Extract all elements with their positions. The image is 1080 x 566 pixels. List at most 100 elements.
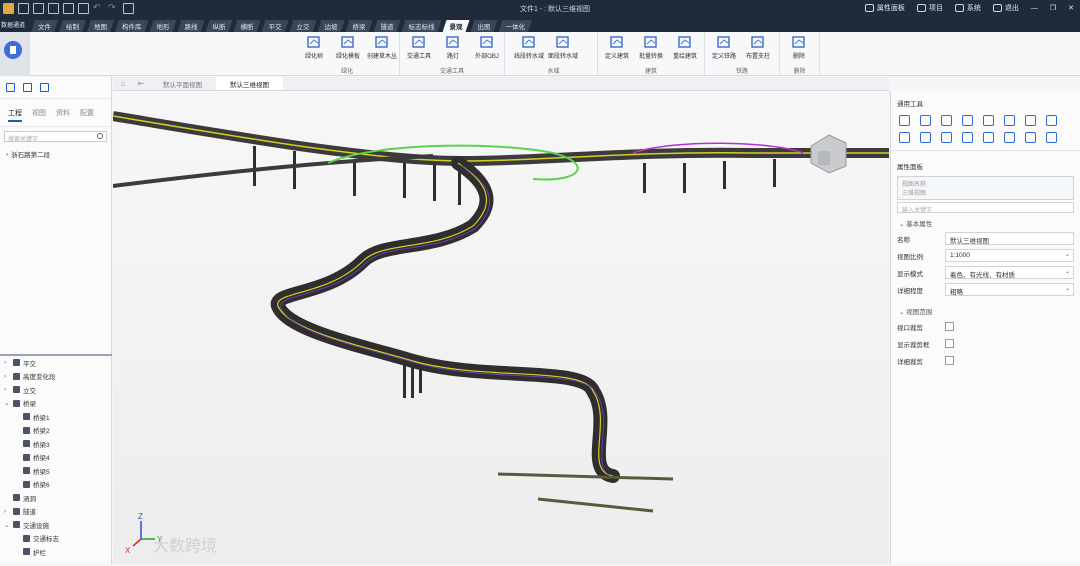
sidebar-tab-0[interactable]: 工程: [8, 108, 22, 122]
sidebar-search-input[interactable]: 搜索关键字: [4, 131, 107, 143]
tab-11[interactable]: 边坡: [318, 20, 345, 32]
restore-button[interactable]: ❐: [1050, 4, 1056, 12]
general-tool-icon[interactable]: [899, 115, 910, 126]
tree-item[interactable]: 桥梁5: [0, 464, 112, 478]
split-view-icon[interactable]: [23, 83, 32, 92]
tab-17[interactable]: 一体化: [499, 20, 533, 32]
checkbox[interactable]: [945, 356, 954, 365]
tree-item[interactable]: 桥梁3: [0, 437, 112, 451]
tree-item[interactable]: 桥梁4: [0, 451, 112, 465]
panel-toggle-icon[interactable]: [6, 83, 15, 92]
home-icon[interactable]: ⌂: [113, 79, 133, 90]
open-file-icon[interactable]: [33, 3, 44, 14]
tree-root-item[interactable]: › 浙石路第二段: [0, 146, 111, 162]
general-tool-icon[interactable]: [920, 115, 931, 126]
document-icon[interactable]: [123, 3, 134, 14]
view-name-box[interactable]: 视图名称 三维视图: [897, 176, 1074, 200]
tab-9[interactable]: 平交: [262, 20, 289, 32]
general-tool-icon[interactable]: [983, 115, 994, 126]
prop-value[interactable]: 默认三维视图: [945, 232, 1074, 245]
tab-10[interactable]: 立交: [290, 20, 317, 32]
minimize-button[interactable]: —: [1031, 5, 1038, 12]
prop-value[interactable]: 粗略 ⌄: [945, 283, 1074, 296]
ribbon-button-5-0[interactable]: 删除: [782, 34, 816, 60]
tree-item[interactable]: ⌄ 交通设施: [0, 518, 112, 532]
print-icon[interactable]: [78, 3, 89, 14]
general-tool-icon[interactable]: [1046, 115, 1057, 126]
tab-4[interactable]: 构件库: [115, 20, 149, 32]
general-tool-icon[interactable]: [962, 132, 973, 143]
tree-item[interactable]: › 平交: [0, 356, 112, 370]
general-tool-icon[interactable]: [941, 115, 952, 126]
data-channel-tab[interactable]: 数据通道: [0, 18, 31, 32]
doc-tab-0[interactable]: 默认平面视图: [149, 77, 216, 90]
general-tool-icon[interactable]: [899, 132, 910, 143]
general-tool-icon[interactable]: [920, 132, 931, 143]
ribbon-button-3-0[interactable]: 定义建筑: [600, 34, 634, 60]
tree-item[interactable]: 交通标志: [0, 532, 112, 546]
ribbon-button-1-0[interactable]: 交通工具: [402, 34, 436, 60]
general-tool-icon[interactable]: [1004, 132, 1015, 143]
view-range-section[interactable]: ⌄ 视图范围: [891, 303, 1080, 319]
ribbon-button-3-2[interactable]: 重绘建筑: [668, 34, 702, 60]
ribbon-button-1-1[interactable]: 路灯: [436, 34, 470, 60]
tab-5[interactable]: 地形: [150, 20, 177, 32]
props-search-input[interactable]: 输入关键字: [897, 202, 1074, 214]
props-panel-button[interactable]: 属性面板: [864, 3, 905, 13]
tab-15[interactable]: 景观: [443, 20, 470, 32]
save-as-icon[interactable]: [63, 3, 74, 14]
tree-item[interactable]: 护栏: [0, 545, 112, 559]
tab-16[interactable]: 出图: [471, 20, 498, 32]
tree-item[interactable]: › 隧道: [0, 505, 112, 519]
ribbon-button-4-1[interactable]: 布置支柱: [741, 34, 775, 60]
grid-view-icon[interactable]: [40, 83, 49, 92]
tab-2[interactable]: 绘制: [59, 20, 86, 32]
sidebar-tab-3[interactable]: 配置: [80, 108, 94, 122]
checkbox[interactable]: [945, 339, 954, 348]
close-button[interactable]: ✕: [1068, 4, 1074, 12]
tree-item[interactable]: › 立交: [0, 383, 112, 397]
prop-value[interactable]: 1:1000 ⌄: [945, 249, 1074, 262]
ribbon-button-0-2[interactable]: 创建草木丛: [365, 34, 399, 60]
logout-button[interactable]: 退出: [992, 3, 1019, 13]
tree-item[interactable]: 桥梁2: [0, 424, 112, 438]
tree-item[interactable]: 桥梁6: [0, 478, 112, 492]
tree-item[interactable]: 涵洞: [0, 491, 112, 505]
tab-3[interactable]: 地图: [87, 20, 114, 32]
general-tool-icon[interactable]: [1025, 115, 1036, 126]
checkbox[interactable]: [945, 322, 954, 331]
tree-item[interactable]: 桥梁1: [0, 410, 112, 424]
project-menu-button[interactable]: 项目: [916, 3, 943, 13]
ribbon-button-1-2[interactable]: 外部OBJ: [470, 34, 504, 60]
general-tool-icon[interactable]: [941, 132, 952, 143]
ribbon-button-2-1[interactable]: 面段转水域: [546, 34, 580, 60]
general-tool-icon[interactable]: [1004, 115, 1015, 126]
tab-1[interactable]: 文件: [31, 20, 58, 32]
ribbon-button-4-0[interactable]: 定义铁路: [707, 34, 741, 60]
sidebar-tab-1[interactable]: 视图: [32, 108, 46, 122]
sidebar-tab-2[interactable]: 资料: [56, 108, 70, 122]
doc-tab-1[interactable]: 默认三维视图: [216, 77, 283, 90]
save-icon[interactable]: [48, 3, 59, 14]
undo-icon[interactable]: ↶: [93, 3, 104, 14]
redo-icon[interactable]: ↷: [108, 3, 119, 14]
3d-viewport[interactable]: Z Y X 大数跨境: [112, 91, 889, 564]
new-file-icon[interactable]: [18, 3, 29, 14]
general-tool-icon[interactable]: [983, 132, 994, 143]
tab-13[interactable]: 隧道: [374, 20, 401, 32]
general-tool-icon[interactable]: [1025, 132, 1036, 143]
tree-item[interactable]: ⌄ 桥梁: [0, 397, 112, 411]
general-tool-icon[interactable]: [962, 115, 973, 126]
system-menu-button[interactable]: 系统: [954, 3, 981, 13]
tab-6[interactable]: 路线: [178, 20, 205, 32]
general-tool-icon[interactable]: [1046, 132, 1057, 143]
back-icon[interactable]: ⇤: [133, 79, 149, 90]
ribbon-button-2-0[interactable]: 线段转水域: [512, 34, 546, 60]
tab-7[interactable]: 纵断: [206, 20, 233, 32]
tab-14[interactable]: 标志标线: [402, 20, 442, 32]
prop-value[interactable]: 着色、有光线、有材质 ⌄: [945, 266, 1074, 279]
tab-12[interactable]: 桥梁: [346, 20, 373, 32]
ribbon-button-0-0[interactable]: 绿化树: [297, 34, 331, 60]
ribbon-button-3-1[interactable]: 批量转换: [634, 34, 668, 60]
tree-item[interactable]: › 高度变化段: [0, 370, 112, 384]
